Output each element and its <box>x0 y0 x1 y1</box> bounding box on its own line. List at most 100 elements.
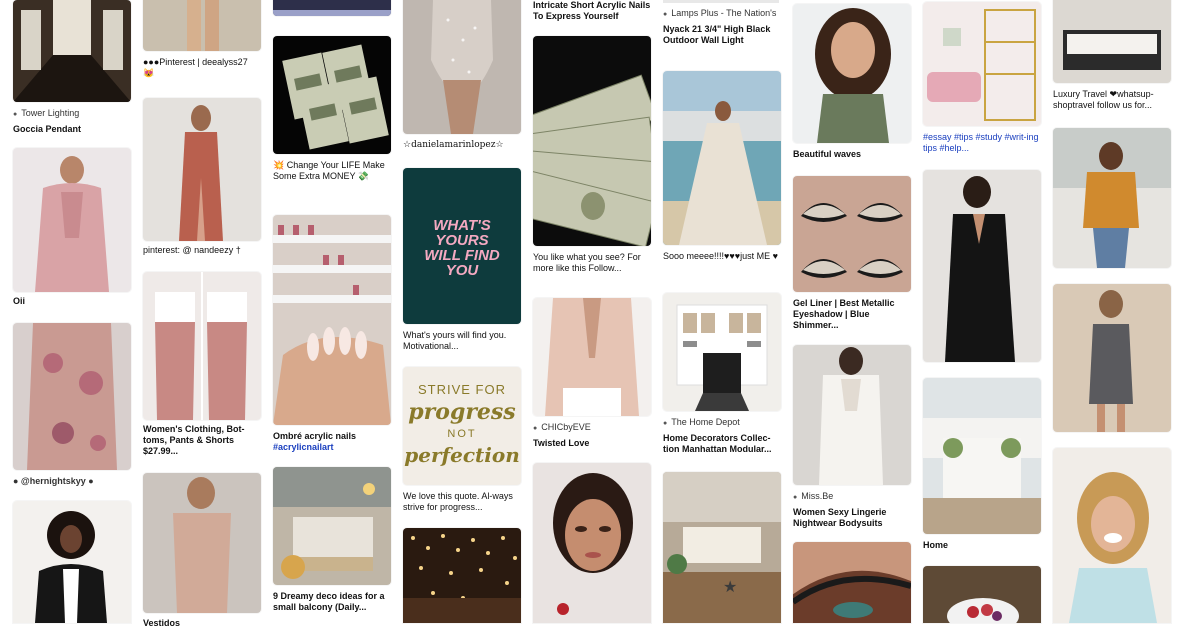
pin-card[interactable]: 💥 Change Your LIFE Make Some Extra MONEY… <box>273 36 391 182</box>
pin-card[interactable]: Beautiful waves <box>793 4 911 160</box>
pin-card[interactable]: ●●●Pinterest | deealyss27 😻 <box>143 0 261 79</box>
pin-image-sequin-dress[interactable] <box>143 473 261 613</box>
pin-image-fruit-bowl[interactable] <box>923 566 1041 623</box>
pin-title[interactable]: Twisted Love <box>533 438 651 449</box>
pin-card[interactable]: Luxury Travel ❤whatsup-shoptravel follow… <box>1053 0 1171 111</box>
pin-image-floral-lingerie[interactable] <box>13 323 131 470</box>
pin-image-woman-blazer[interactable] <box>13 501 131 623</box>
pin-title[interactable]: Luxury Travel ❤whatsup-shoptravel follow… <box>1053 89 1171 111</box>
pin-card[interactable] <box>403 528 521 623</box>
pin-card[interactable]: WHAT'S YOURS WILL FIND YOU What's yours … <box>403 168 521 352</box>
pin-image-acrylic-nails[interactable] <box>273 215 391 425</box>
pin-image-money-stacks[interactable] <box>273 36 391 154</box>
pin-card[interactable]: ● Lamps Plus - The Nation's Nyack 21 3/4"… <box>663 0 781 46</box>
pin-title[interactable]: pinterest: @ nandeezy † <box>143 245 261 256</box>
pin-title[interactable]: Women Sexy Lingerie Nightwear Bodysuits <box>793 507 911 529</box>
pin-card[interactable]: Ombré acrylic nails #acrylicnailart <box>273 215 391 453</box>
pin-tags[interactable]: #essay #tips #study #writ-ing tips #help… <box>923 132 1041 154</box>
pin-card[interactable]: Gel Liner | Best Metallic Eyeshadow | Bl… <box>793 176 911 331</box>
pin-image-satin-dress[interactable] <box>143 98 261 241</box>
pin-title[interactable]: Women's Clothing, Bot-toms, Pants & Shor… <box>143 424 261 457</box>
pin-card[interactable] <box>273 0 391 16</box>
pin-image-closet[interactable] <box>663 293 781 411</box>
pin-title[interactable]: Intricate Short Acrylic Nails To Express… <box>533 0 651 22</box>
pin-title[interactable]: Beautiful waves <box>793 149 911 160</box>
hashtag-link[interactable]: #acrylicnailart <box>273 442 334 452</box>
pin-title[interactable]: Home Decorators Collec-tion Manhattan Mo… <box>663 433 781 455</box>
pin-image-makeup-portrait[interactable] <box>533 463 651 623</box>
pin-image-quote-progress[interactable]: STRIVE FOR progress NOT perfection <box>403 367 521 485</box>
pin-title[interactable]: What's yours will find you. Motivational… <box>403 330 521 352</box>
pin-image-beach-gown[interactable] <box>663 71 781 245</box>
pin-card[interactable] <box>1053 128 1171 268</box>
pin-source[interactable]: ● Tower Lighting <box>13 108 131 120</box>
pin-card[interactable] <box>793 542 911 623</box>
pin-image-eyeshadow[interactable] <box>793 176 911 292</box>
pin-image-quote-whats-yours[interactable]: WHAT'S YOURS WILL FIND YOU <box>403 168 521 324</box>
pin-image-garden-wedding[interactable] <box>923 378 1041 534</box>
pin-title[interactable]: Home <box>923 540 1041 551</box>
pin-image-grey-dress[interactable] <box>1053 284 1171 432</box>
pin-image-laughing-woman[interactable] <box>1053 448 1171 623</box>
pin-card[interactable]: ● Miss.Be Women Sexy Lingerie Nightwear B… <box>793 345 911 529</box>
pin-title[interactable]: We love this quote. Al-ways strive for p… <box>403 491 521 513</box>
pin-card[interactable]: ● CHICbyEVE Twisted Love <box>533 298 651 449</box>
pin-source[interactable]: ● Lamps Plus - The Nation's <box>663 8 781 20</box>
pin-card[interactable] <box>13 501 131 623</box>
pin-title[interactable]: You like what you see? For more like thi… <box>533 252 651 274</box>
pin-title[interactable]: Gel Liner | Best Metallic Eyeshadow | Bl… <box>793 298 911 331</box>
pin-title[interactable]: Ombré acrylic nails #acrylicnailart <box>273 431 391 453</box>
pin-source[interactable]: ● The Home Depot <box>663 417 781 429</box>
pin-image-wavy-hair[interactable] <box>793 4 911 143</box>
pin-card[interactable] <box>923 170 1041 362</box>
pin-card[interactable]: Women's Clothing, Bot-toms, Pants & Shor… <box>143 272 261 457</box>
pin-card[interactable] <box>923 566 1041 623</box>
pin-card[interactable]: ● @hernightskyy ● <box>13 323 131 487</box>
pin-image-balcony[interactable] <box>273 467 391 585</box>
pin-title[interactable]: Goccia Pendant <box>13 124 131 135</box>
pin-image-eye-closeup[interactable] <box>793 542 911 623</box>
pin-card[interactable]: ★ <box>663 472 781 623</box>
pin-card[interactable]: You like what you see? For more like thi… <box>533 36 651 274</box>
pin-card[interactable]: Intricate Short Acrylic Nails To Express… <box>533 0 651 22</box>
pin-image-pink-pants[interactable] <box>143 272 261 420</box>
pin-source[interactable]: ● Miss.Be <box>793 491 911 503</box>
pin-title[interactable]: Sooo meeee!!!!♥♥♥just ME ♥ <box>663 251 781 262</box>
pin-source[interactable]: ● @hernightskyy ● <box>13 476 131 487</box>
pin-image-cash-fan[interactable] <box>533 36 651 246</box>
pin-image-pink-suit[interactable] <box>13 148 131 292</box>
pin-card[interactable] <box>1053 448 1171 623</box>
pin-image-black-dress[interactable] <box>923 170 1041 362</box>
pin-card[interactable]: #essay #tips #study #writ-ing tips #help… <box>923 2 1041 154</box>
pin-title[interactable]: ●●●Pinterest | deealyss27 😻 <box>143 57 261 79</box>
pin-card[interactable]: STRIVE FOR progress NOT perfection We lo… <box>403 367 521 513</box>
pin-image-luxury-room[interactable] <box>1053 0 1171 83</box>
pin-card[interactable]: Oii <box>13 148 131 307</box>
pin-source[interactable]: ● CHICbyEVE <box>533 422 651 434</box>
pin-card[interactable]: 9 Dreamy deco ideas for a small balcony … <box>273 467 391 613</box>
pin-image-legs[interactable] <box>143 0 261 51</box>
pin-image-fairy-lights[interactable] <box>403 528 521 623</box>
pin-title[interactable]: 9 Dreamy deco ideas for a small balcony … <box>273 591 391 613</box>
pin-card[interactable]: ☆danielamarinlopez☆ <box>403 0 521 151</box>
pin-card[interactable]: ● Tower Lighting Goccia Pendant <box>13 0 131 135</box>
pin-image-top-cropped[interactable] <box>273 0 391 16</box>
pin-image-patio[interactable]: ★ <box>663 472 781 623</box>
pin-title[interactable]: Vestidos <box>143 618 261 629</box>
pin-title[interactable]: Oii <box>13 296 131 307</box>
pin-card[interactable] <box>533 463 651 623</box>
pin-card[interactable] <box>1053 284 1171 432</box>
pin-card[interactable]: Sooo meeee!!!!♥♥♥just ME ♥ <box>663 71 781 262</box>
pin-card[interactable]: ● The Home Depot Home Decorators Collec-t… <box>663 293 781 455</box>
pin-image-satin-blouse[interactable] <box>533 298 651 416</box>
pin-card[interactable]: Vestidos <box>143 473 261 629</box>
pin-image-white-jumpsuit[interactable] <box>793 345 911 485</box>
pin-title[interactable]: 💥 Change Your LIFE Make Some Extra MONEY… <box>273 160 391 182</box>
pin-image-pink-room[interactable] <box>923 2 1041 126</box>
pin-image-hallway[interactable] <box>13 0 131 102</box>
pin-title[interactable]: Nyack 21 3/4" High Black Outdoor Wall Li… <box>663 24 781 46</box>
pin-image-street-style[interactable] <box>1053 128 1171 268</box>
pin-card[interactable]: Home <box>923 378 1041 551</box>
pin-card[interactable]: pinterest: @ nandeezy † <box>143 98 261 256</box>
pin-image-sparkle-dress[interactable] <box>403 0 521 134</box>
